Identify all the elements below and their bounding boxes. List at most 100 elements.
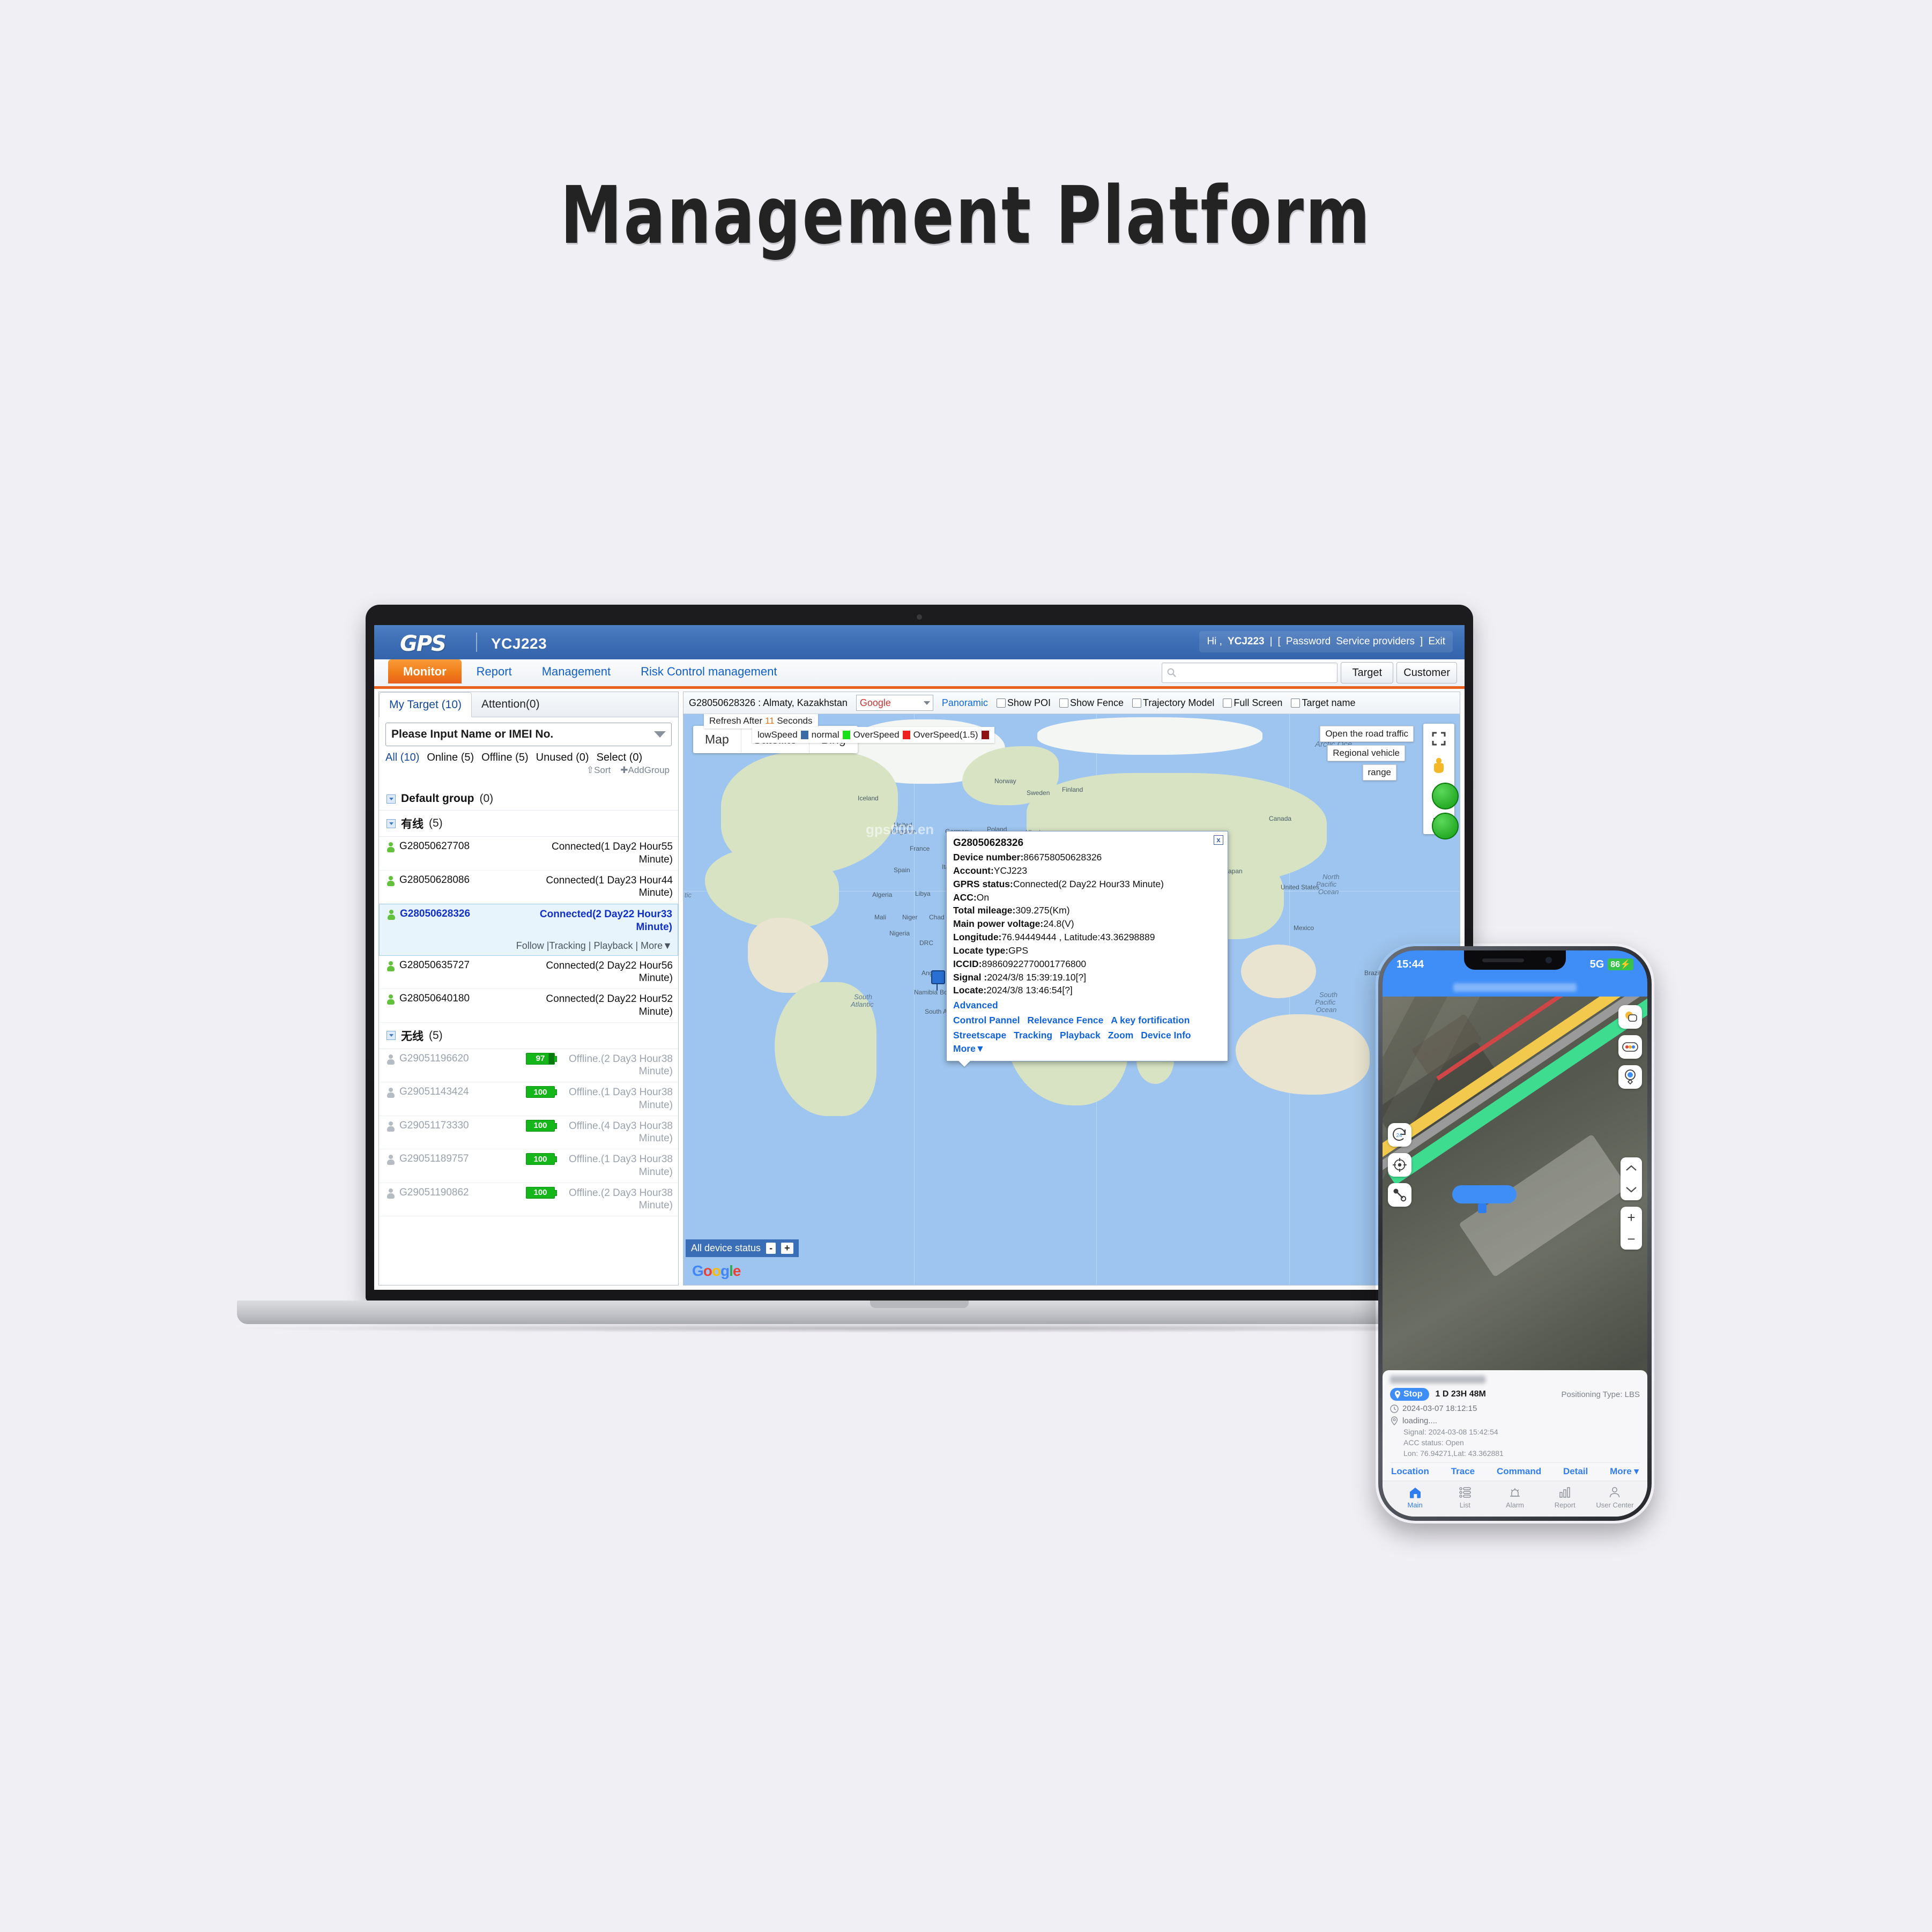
link-more[interactable]: More▼: [953, 1042, 985, 1056]
checkbox-icon[interactable]: [1132, 698, 1142, 708]
green-action-button-1[interactable]: [1432, 783, 1459, 809]
close-icon[interactable]: x: [1214, 835, 1223, 845]
device-row[interactable]: G28050640180 Connected(2 Day22 Hour52 Mi…: [379, 989, 678, 1023]
action-trace[interactable]: Trace: [1451, 1466, 1475, 1477]
expand-icon[interactable]: [387, 819, 396, 828]
map-layers-icon[interactable]: [1618, 1005, 1642, 1029]
tab-report[interactable]: Report: [462, 659, 527, 683]
center-target-icon[interactable]: [1388, 1153, 1411, 1177]
action-location[interactable]: Location: [1391, 1466, 1429, 1477]
device-actions[interactable]: Follow |Tracking | Playback | More▼: [387, 938, 672, 952]
legend-swatch-normal: [842, 731, 850, 739]
link-playback[interactable]: Playback: [1060, 1029, 1101, 1042]
filter-unused[interactable]: Unused (0): [536, 752, 589, 764]
filter-select[interactable]: Select (0): [597, 752, 643, 764]
pan-up-icon[interactable]: [1621, 1157, 1642, 1179]
device-row[interactable]: G29051196620 97 Offline.(2 Day3 Hour38 M…: [379, 1049, 678, 1082]
device-row[interactable]: G29051143424 100 Offline.(1 Day3 Hour38 …: [379, 1082, 678, 1116]
zoom-in-icon[interactable]: +: [1621, 1207, 1642, 1228]
tab-management[interactable]: Management: [527, 659, 626, 683]
filter-all[interactable]: All (10): [385, 752, 419, 764]
sidebar-tab-attention[interactable]: Attention(0): [472, 692, 549, 717]
nav-item-list[interactable]: List: [1440, 1485, 1490, 1509]
tab-monitor[interactable]: Monitor: [388, 659, 462, 683]
device-marker-bubble[interactable]: [1452, 1185, 1517, 1203]
device-row-selected[interactable]: G28050628326 Connected(2 Day22 Hour33 Mi…: [379, 904, 678, 956]
target-button[interactable]: Target: [1341, 662, 1394, 683]
open-road-traffic-button[interactable]: Open the road traffic: [1320, 726, 1414, 742]
chevron-down-icon[interactable]: [654, 731, 666, 738]
regional-vehicle-button[interactable]: Regional vehicle: [1327, 745, 1405, 761]
all-device-status-plus[interactable]: +: [781, 1243, 793, 1254]
location-pin-icon[interactable]: [1618, 1065, 1642, 1089]
link-device-info[interactable]: Device Info: [1141, 1029, 1191, 1042]
info-link-advanced[interactable]: Advanced: [953, 999, 1221, 1012]
measure-distance-icon[interactable]: [1388, 1183, 1411, 1207]
checkbox-icon[interactable]: [1223, 698, 1232, 708]
device-row[interactable]: G29051190862 100 Offline.(2 Day3 Hour38 …: [379, 1183, 678, 1216]
checkbox-trajectory-model[interactable]: Trajectory Model: [1132, 697, 1214, 709]
refresh-24h-icon[interactable]: 24: [1388, 1123, 1411, 1147]
map-type-map[interactable]: Map: [693, 726, 741, 753]
filter-offline[interactable]: Offline (5): [481, 752, 528, 764]
device-row[interactable]: G28050628086 Connected(1 Day23 Hour44 Mi…: [379, 871, 678, 904]
action-detail[interactable]: Detail: [1563, 1466, 1588, 1477]
device-row[interactable]: G29051189757 100 Offline.(1 Day3 Hour38 …: [379, 1149, 678, 1183]
map-provider-select[interactable]: Google: [856, 695, 933, 711]
device-row[interactable]: G28050627708 Connected(1 Day2 Hour55 Min…: [379, 837, 678, 871]
map-canvas[interactable]: Arctic Oce Iceland Norway Sweden Finland…: [683, 714, 1460, 1285]
action-more[interactable]: More ▾: [1610, 1466, 1639, 1477]
nav-item-user-center[interactable]: User Center: [1590, 1485, 1640, 1509]
service-providers-link[interactable]: Service providers: [1336, 636, 1415, 648]
group-header-wireless[interactable]: 无线 (5): [379, 1023, 678, 1049]
sort-button[interactable]: ⇧Sort: [586, 765, 611, 776]
link-streetscape[interactable]: Streetscape: [953, 1029, 1006, 1042]
device-map-marker[interactable]: [931, 970, 945, 991]
device-list[interactable]: Default group (0) 有线 (5) G28050627708 Co…: [379, 787, 678, 1285]
link-zoom[interactable]: Zoom: [1108, 1029, 1134, 1042]
info-links-row-1: Control Pannel Relevance Fence A key for…: [953, 1014, 1221, 1027]
exit-link[interactable]: Exit: [1428, 636, 1445, 648]
password-link[interactable]: Password: [1286, 636, 1331, 648]
device-row[interactable]: G29051173330 100 Offline.(4 Day3 Hour38 …: [379, 1116, 678, 1149]
nav-item-main[interactable]: Main: [1390, 1485, 1440, 1509]
device-marker-pin[interactable]: [1478, 1203, 1487, 1213]
checkbox-icon[interactable]: [1291, 698, 1301, 708]
zoom-out-icon[interactable]: −: [1621, 1228, 1642, 1250]
sidebar-tab-my-target[interactable]: My Target (10): [379, 692, 472, 717]
expand-icon[interactable]: [387, 794, 396, 804]
filter-online[interactable]: Online (5): [427, 752, 474, 764]
fullscreen-icon[interactable]: [1428, 728, 1450, 749]
traffic-lights-icon[interactable]: [1618, 1035, 1642, 1059]
tab-risk-control-management[interactable]: Risk Control management: [626, 659, 792, 683]
customer-button[interactable]: Customer: [1396, 662, 1457, 683]
green-action-button-2[interactable]: [1432, 813, 1459, 839]
checkbox-show-poi[interactable]: Show POI: [996, 697, 1051, 709]
street-view-pegman-icon[interactable]: [1428, 755, 1450, 776]
checkbox-icon[interactable]: [996, 698, 1006, 708]
link-tracking[interactable]: Tracking: [1014, 1029, 1052, 1042]
link-control-pannel[interactable]: Control Pannel: [953, 1014, 1020, 1027]
search-input[interactable]: [1162, 663, 1338, 683]
nav-item-alarm[interactable]: Alarm: [1490, 1485, 1540, 1509]
expand-icon[interactable]: [387, 1031, 396, 1040]
group-header-wired[interactable]: 有线 (5): [379, 811, 678, 837]
pan-down-icon[interactable]: [1621, 1179, 1642, 1200]
link-relevance-fence[interactable]: Relevance Fence: [1027, 1014, 1103, 1027]
add-group-button[interactable]: ✚AddGroup: [620, 765, 670, 776]
all-device-status-bar[interactable]: All device status - +: [686, 1239, 799, 1257]
sidebar-search-input[interactable]: Please Input Name or IMEI No.: [385, 723, 672, 746]
group-header-default[interactable]: Default group (0): [379, 787, 678, 811]
checkbox-full-screen[interactable]: Full Screen: [1223, 697, 1282, 709]
all-device-status-minus[interactable]: -: [766, 1243, 776, 1254]
link-a-key-fortification[interactable]: A key fortification: [1111, 1014, 1190, 1027]
panoramic-link[interactable]: Panoramic: [942, 697, 988, 709]
phone-map-canvas[interactable]: 24 + − Stop 1 D 23H 48M Positioning Type…: [1383, 997, 1647, 1517]
device-row[interactable]: G28050635727 Connected(2 Day22 Hour56 Mi…: [379, 956, 678, 989]
checkbox-icon[interactable]: [1059, 698, 1068, 708]
action-command[interactable]: Command: [1497, 1466, 1541, 1477]
nav-item-report[interactable]: Report: [1540, 1485, 1590, 1509]
checkbox-show-fence[interactable]: Show Fence: [1059, 697, 1124, 709]
range-button[interactable]: range: [1362, 764, 1396, 781]
checkbox-target-name[interactable]: Target name: [1291, 697, 1356, 709]
